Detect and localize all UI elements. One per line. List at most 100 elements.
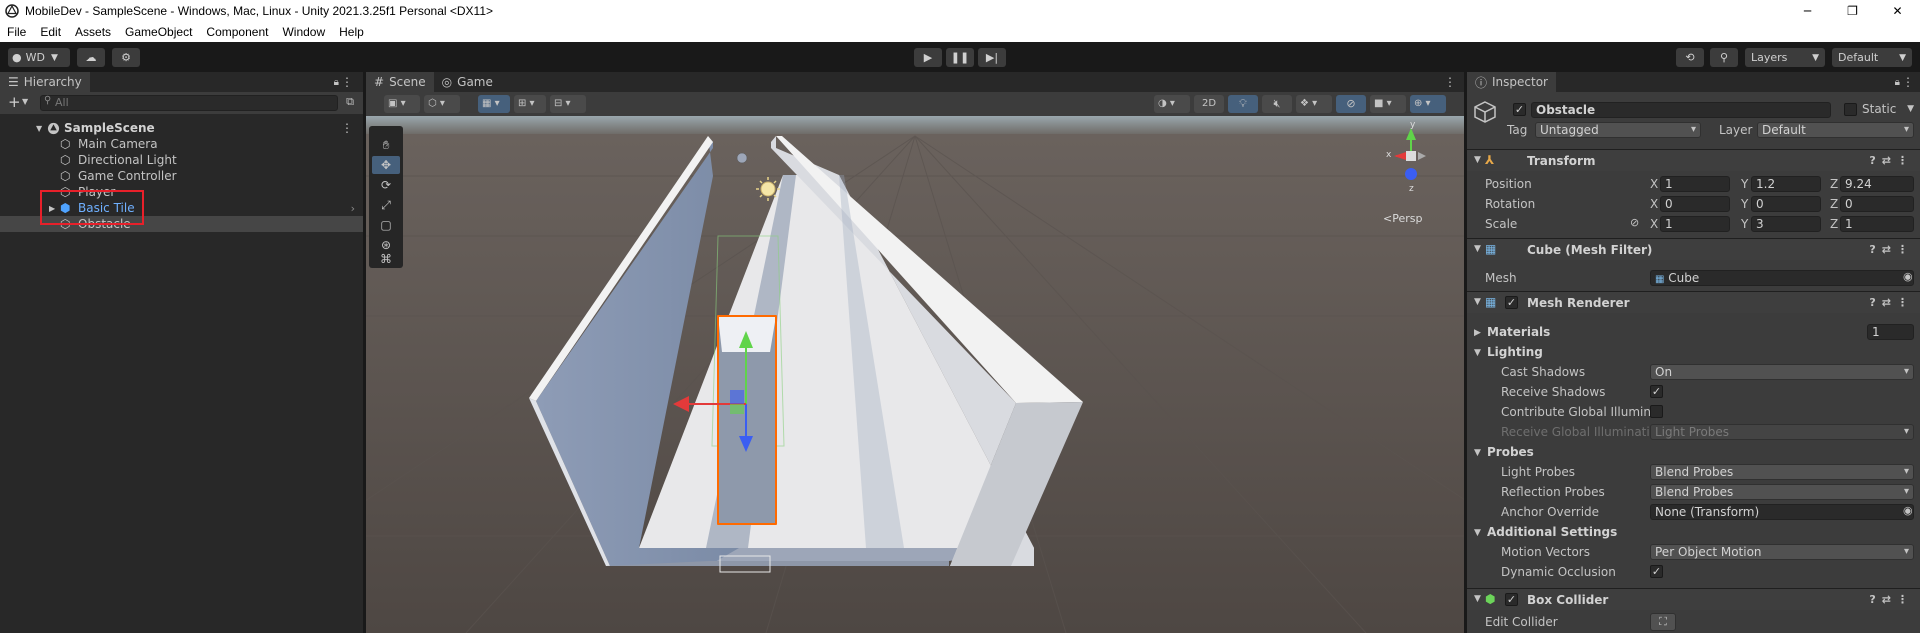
motion-vectors-dropdown[interactable]: Per Object Motion bbox=[1650, 544, 1914, 560]
object-name-field[interactable]: Obstacle bbox=[1531, 102, 1831, 118]
mesh-renderer-header[interactable]: ▼ ▦ ✓ Mesh Renderer ?⇄⋮ bbox=[1467, 291, 1920, 313]
chevron-down-icon[interactable]: ▼ bbox=[1474, 594, 1481, 604]
layer-dropdown[interactable]: Default bbox=[1757, 122, 1914, 138]
menu-file[interactable]: File bbox=[0, 25, 33, 39]
scale-y-field[interactable]: 3 bbox=[1751, 216, 1821, 232]
layers-dropdown[interactable]: Layers ▼ bbox=[1745, 48, 1825, 67]
increment-snap-button[interactable]: ⊟ ▾ bbox=[550, 95, 586, 113]
scale-z-field[interactable]: 1 bbox=[1840, 216, 1914, 232]
tool-rotate-button[interactable]: ⟳ bbox=[372, 176, 400, 194]
chevron-down-icon[interactable]: ▼ bbox=[1474, 155, 1481, 165]
component-header-icons[interactable]: ?⇄⋮ bbox=[1869, 296, 1914, 309]
tab-game[interactable]: ◎ Game bbox=[434, 72, 501, 92]
layout-dropdown[interactable]: Default ▼ bbox=[1832, 48, 1912, 67]
chevron-down-icon[interactable]: ▼ bbox=[1474, 244, 1481, 254]
position-z-field[interactable]: 9.24 bbox=[1840, 176, 1914, 192]
history-button[interactable]: ⟲ bbox=[1676, 48, 1704, 67]
tab-hierarchy[interactable]: ☰ Hierarchy bbox=[0, 72, 90, 92]
tab-inspector[interactable]: ⓘ Inspector bbox=[1467, 72, 1556, 92]
lock-icon[interactable]: 🔒︎ bbox=[1895, 77, 1900, 88]
rotation-z-field[interactable]: 0 bbox=[1840, 196, 1914, 212]
account-button[interactable]: ● WD ▼ bbox=[8, 48, 70, 67]
object-picker-icon[interactable]: ◉ bbox=[1903, 504, 1913, 517]
chevron-right-icon[interactable]: › bbox=[351, 202, 355, 215]
anchor-override-field[interactable]: None (Transform) bbox=[1650, 504, 1914, 520]
dynamic-occlusion-checkbox[interactable]: ✓ bbox=[1650, 565, 1663, 578]
kebab-menu-icon[interactable]: ⋮ bbox=[341, 75, 353, 89]
hidden-objects-toggle[interactable]: ⊘ bbox=[1336, 95, 1366, 113]
grid-snap-button[interactable]: ▦ ▾ bbox=[478, 95, 510, 113]
materials-count-field[interactable]: 1 bbox=[1867, 324, 1914, 340]
rotation-x-field[interactable]: 0 bbox=[1660, 196, 1730, 212]
tool-rect-button[interactable]: ▢ bbox=[372, 216, 400, 234]
chevron-right-icon[interactable]: ▶ bbox=[1474, 328, 1481, 338]
contribute-gi-checkbox[interactable] bbox=[1650, 405, 1663, 418]
tab-scene[interactable]: # Scene bbox=[366, 72, 434, 92]
object-picker-icon[interactable]: ◉ bbox=[1903, 270, 1913, 283]
mesh-object-field[interactable]: ▦ Cube bbox=[1650, 270, 1914, 286]
search-button[interactable]: ⚲ bbox=[1710, 48, 1738, 67]
menu-window[interactable]: Window bbox=[275, 25, 332, 39]
cast-shadows-dropdown[interactable]: On bbox=[1650, 364, 1914, 380]
chevron-down-icon[interactable]: ▼ bbox=[1907, 104, 1914, 114]
component-header-icons[interactable]: ?⇄⋮ bbox=[1869, 154, 1914, 167]
collab-button[interactable]: ⚙ bbox=[112, 48, 140, 67]
toggle-2d-button[interactable]: 2D bbox=[1194, 95, 1224, 113]
position-x-field[interactable]: 1 bbox=[1660, 176, 1730, 192]
mesh-renderer-enabled-checkbox[interactable]: ✓ bbox=[1505, 296, 1518, 309]
kebab-menu-icon[interactable]: ⋮ bbox=[1444, 75, 1456, 89]
tool-move-button[interactable]: ✥ bbox=[372, 156, 400, 174]
kebab-menu-icon[interactable]: ⋮ bbox=[1902, 75, 1914, 89]
menu-assets[interactable]: Assets bbox=[68, 25, 118, 39]
box-collider-enabled-checkbox[interactable]: ✓ bbox=[1505, 593, 1518, 606]
component-header-icons[interactable]: ?⇄⋮ bbox=[1869, 243, 1914, 256]
gizmos-dropdown[interactable]: ⊕ ▾ bbox=[1410, 95, 1446, 113]
rotation-y-field[interactable]: 0 bbox=[1751, 196, 1821, 212]
scale-x-field[interactable]: 1 bbox=[1660, 216, 1730, 232]
restore-icon[interactable]: ❐ bbox=[1830, 0, 1875, 22]
minimize-icon[interactable]: ─ bbox=[1785, 0, 1830, 22]
chevron-down-icon[interactable]: ▼ bbox=[36, 124, 42, 133]
transform-header[interactable]: ▼ ⅄ Transform ?⇄⋮ bbox=[1467, 149, 1920, 171]
materials-label[interactable]: Materials bbox=[1487, 325, 1550, 339]
render-mode-dropdown[interactable]: ⬡ ▾ bbox=[424, 95, 460, 113]
step-button[interactable]: ▶| bbox=[978, 48, 1006, 67]
tool-custom-button[interactable]: ⌘ bbox=[372, 250, 400, 268]
projection-label[interactable]: <Persp bbox=[1383, 212, 1422, 225]
position-y-field[interactable]: 1.2 bbox=[1751, 176, 1821, 192]
cloud-button[interactable]: ☁ bbox=[77, 48, 105, 67]
chevron-down-icon[interactable]: ▼ bbox=[1474, 448, 1481, 458]
additional-settings-label[interactable]: Additional Settings bbox=[1487, 525, 1617, 539]
probes-label[interactable]: Probes bbox=[1487, 445, 1534, 459]
chevron-down-icon[interactable]: ▼ bbox=[1474, 297, 1481, 307]
static-checkbox[interactable] bbox=[1844, 103, 1857, 116]
scene-viewport[interactable]: ✋︎ ✥ ⟳ ⤢ ▢ ⊛ ⌘ y x z <Persp bbox=[366, 116, 1464, 633]
active-checkbox[interactable]: ✓ bbox=[1513, 103, 1526, 116]
kebab-menu-icon[interactable]: ⋮ bbox=[341, 121, 353, 135]
draw-mode-dropdown[interactable]: ▣ ▾ bbox=[384, 95, 420, 113]
shading-dropdown[interactable]: ◑ ▾ bbox=[1154, 95, 1190, 113]
reflection-probes-dropdown[interactable]: Blend Probes bbox=[1650, 484, 1914, 500]
hierarchy-search-input[interactable]: All bbox=[40, 95, 338, 111]
lighting-label[interactable]: Lighting bbox=[1487, 345, 1543, 359]
play-button[interactable]: ▶ bbox=[914, 48, 942, 67]
audio-toggle-button[interactable]: 🔇︎ bbox=[1262, 95, 1292, 113]
chevron-down-icon[interactable]: ▼ bbox=[1474, 348, 1481, 358]
camera-dropdown[interactable]: ■ ▾ bbox=[1370, 95, 1406, 113]
close-icon[interactable]: ✕ bbox=[1875, 0, 1920, 22]
edit-collider-button[interactable]: ⛶ bbox=[1650, 613, 1676, 631]
add-icon[interactable]: + bbox=[8, 93, 21, 111]
menu-edit[interactable]: Edit bbox=[33, 25, 68, 39]
menu-help[interactable]: Help bbox=[332, 25, 371, 39]
hierarchy-scene-row[interactable]: ▼ SampleScene ⋮ bbox=[0, 120, 363, 136]
menu-component[interactable]: Component bbox=[199, 25, 275, 39]
mesh-filter-header[interactable]: ▼ ▦ Cube (Mesh Filter) ?⇄⋮ bbox=[1467, 238, 1920, 260]
chevron-down-icon[interactable]: ▼ bbox=[22, 97, 28, 106]
chevron-down-icon[interactable]: ▼ bbox=[1474, 528, 1481, 538]
filter-icon[interactable]: ⧉ bbox=[346, 95, 354, 109]
orientation-gizmo[interactable]: y x z bbox=[1366, 120, 1456, 212]
hierarchy-item-directional-light[interactable]: ⬡ Directional Light bbox=[0, 152, 363, 168]
tool-hand-button[interactable]: ✋︎ bbox=[372, 136, 400, 154]
component-header-icons[interactable]: ?⇄⋮ bbox=[1869, 593, 1914, 606]
grid-size-button[interactable]: ⊞ ▾ bbox=[514, 95, 546, 113]
